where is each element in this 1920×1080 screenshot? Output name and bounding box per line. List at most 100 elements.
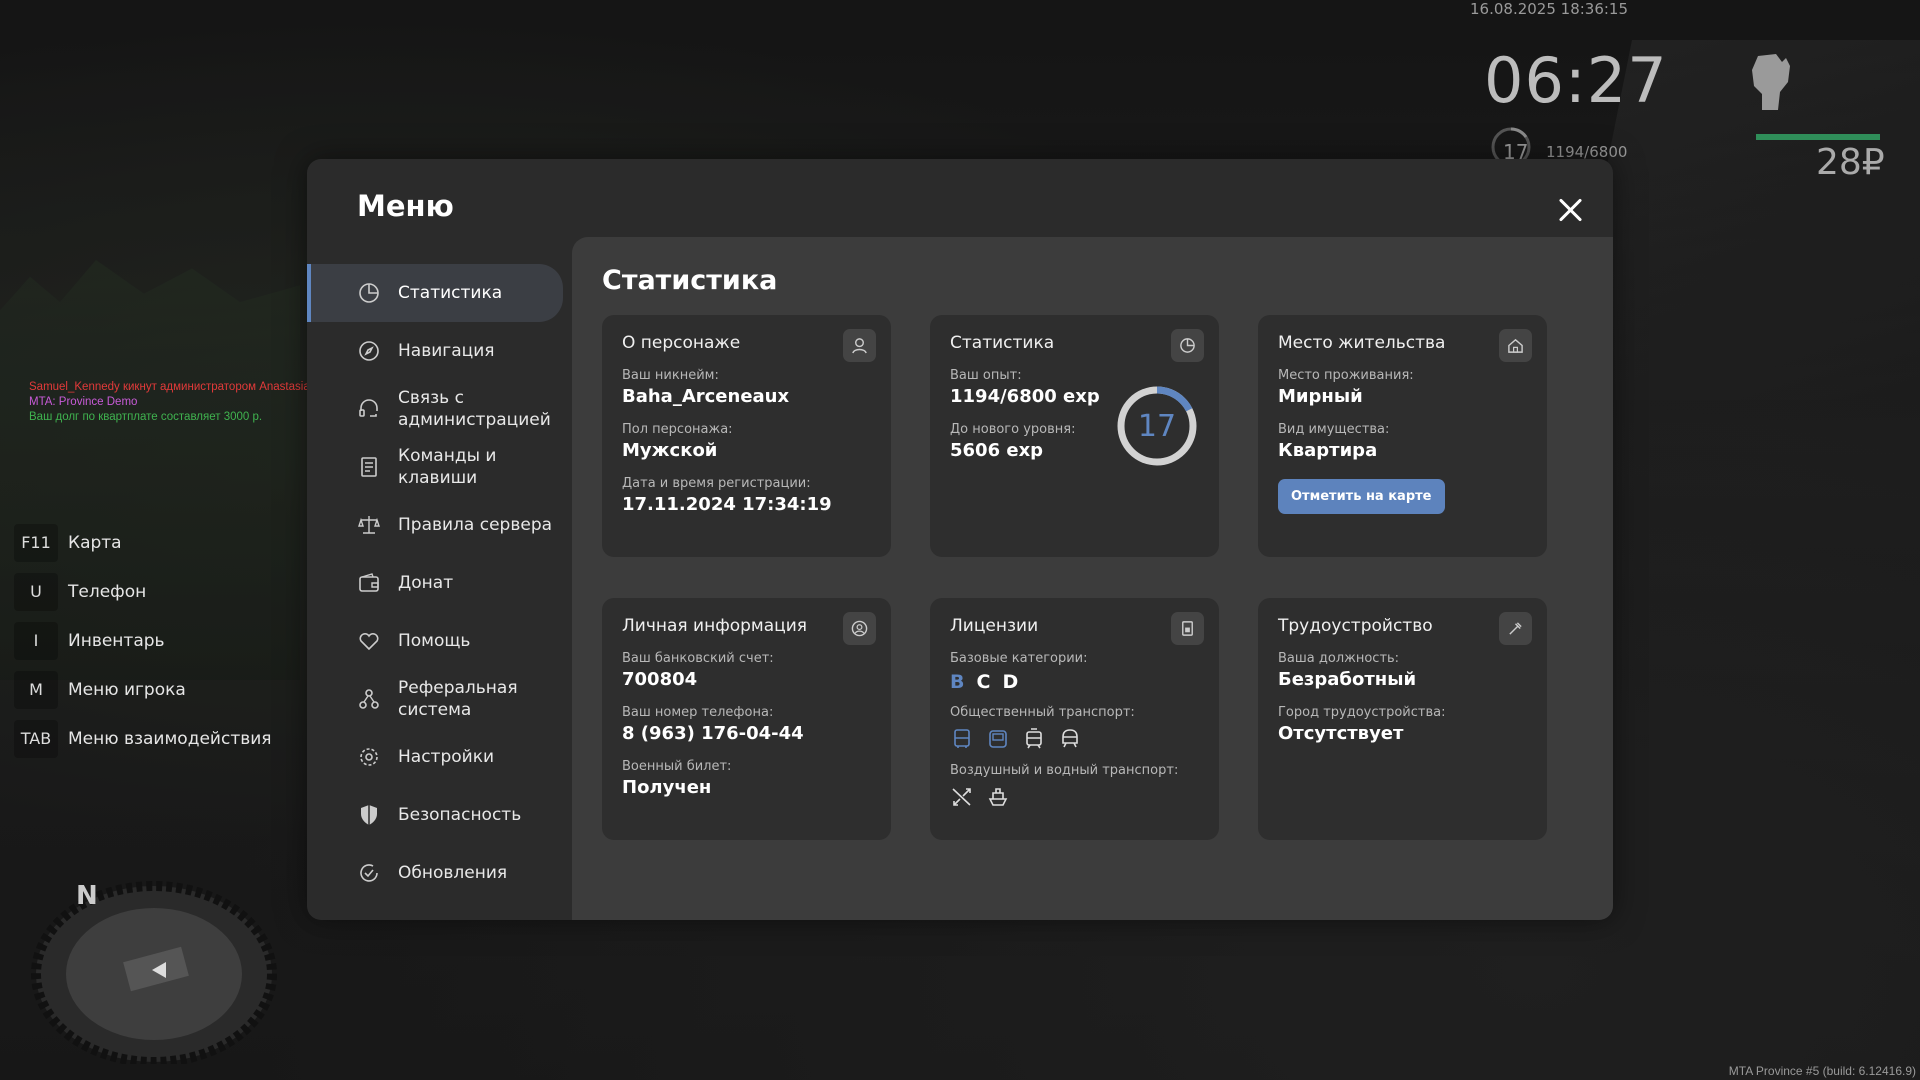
- nickname-value: Baha_Arceneaux: [622, 386, 790, 407]
- build-version: MTA Province #5 (build: 6.12416.9): [1728, 1064, 1916, 1078]
- nav-item-donate[interactable]: Донат: [307, 554, 563, 612]
- license-category: B: [950, 671, 965, 693]
- hud-time: 06:27: [1484, 44, 1668, 117]
- license-category: C: [976, 671, 991, 693]
- referral-icon: [359, 689, 379, 709]
- menu-title: Меню: [357, 189, 454, 223]
- wallet-icon: [359, 573, 379, 592]
- field-label: Ваш номер телефона:: [622, 705, 774, 720]
- phone-value: 8 (963) 176-04-44: [622, 723, 804, 744]
- property-type-value: Квартира: [1278, 440, 1378, 461]
- nav-label: Статистика: [398, 283, 503, 303]
- field-label: Место проживания:: [1278, 368, 1414, 383]
- field-label: Дата и время регистрации:: [622, 476, 811, 491]
- nav-item-help[interactable]: Помощь: [307, 612, 563, 670]
- compass-icon: [359, 341, 379, 361]
- hotkey-label: Меню взаимодействия: [68, 728, 272, 749]
- home-icon: [1499, 329, 1532, 362]
- nav-item-rules[interactable]: Правила сервера: [307, 496, 563, 554]
- hotkey-map[interactable]: F11 Карта: [14, 518, 272, 567]
- gear-icon: [360, 748, 378, 766]
- license-icon: [1171, 612, 1204, 645]
- license-categories: B C D: [950, 671, 1199, 693]
- hotkey-list: F11 Карта U Телефон I Инвентарь M Меню игрок…: [14, 518, 272, 763]
- bank-account-value: 700804: [622, 669, 698, 690]
- nav-label: Команды и клавиши: [398, 446, 497, 488]
- health-bar: [1756, 134, 1880, 140]
- nav-item-security[interactable]: Безопасность: [307, 786, 563, 844]
- mark-on-map-button[interactable]: Отметить на карте: [1278, 479, 1445, 514]
- field-label: Город трудоустройства:: [1278, 705, 1446, 720]
- job-city-value: Отсутствует: [1278, 723, 1404, 744]
- level-value: 17: [1137, 408, 1177, 444]
- key-badge: U: [14, 572, 58, 611]
- hotkey-interaction-menu[interactable]: TAB Меню взаимодействия: [14, 714, 272, 763]
- nav-item-commands[interactable]: Команды и клавиши: [307, 438, 563, 496]
- nav-item-referral[interactable]: Реферальная система: [307, 670, 563, 728]
- pie-chart-icon: [359, 283, 379, 303]
- nav-item-statistics[interactable]: Статистика: [307, 264, 563, 322]
- nav-label: Реферальная система: [398, 678, 518, 720]
- trolleybus-icon: [989, 730, 1007, 748]
- hotkey-inventory[interactable]: I Инвентарь: [14, 616, 272, 665]
- field-label: Общественный транспорт:: [950, 705, 1135, 720]
- card-residence: Место жительства Место проживания: Мирны…: [1258, 315, 1547, 557]
- card-licenses: Лицензии Базовые категории: B C D Общест…: [930, 598, 1219, 840]
- nav-item-updates[interactable]: Обновления: [307, 844, 563, 902]
- field-label: Ваш опыт:: [950, 368, 1022, 383]
- hotkey-label: Карта: [68, 532, 122, 553]
- field-label: Пол персонажа:: [622, 422, 733, 437]
- card-title: Место жительства: [1278, 333, 1446, 353]
- military-id-value: Получен: [622, 777, 712, 798]
- nav-label: Донат: [398, 573, 454, 593]
- job-position-value: Безработный: [1278, 669, 1417, 690]
- nav-item-settings[interactable]: Настройки: [307, 728, 563, 786]
- key-badge: I: [14, 621, 58, 660]
- content-panel: Статистика О персонаже Ваш никнейм: Baha…: [572, 237, 1613, 920]
- card-title: Лицензии: [950, 616, 1039, 636]
- card-personal-info: Личная информация Ваш банковский счет: 7…: [602, 598, 891, 840]
- hotkey-label: Телефон: [68, 581, 147, 602]
- card-statistics: Статистика Ваш опыт: 1194/6800 exp До но…: [930, 315, 1219, 557]
- airplane-icon: [952, 788, 971, 806]
- card-character: О персонаже Ваш никнейм: Baha_Arceneaux …: [602, 315, 891, 557]
- key-badge: TAB: [14, 719, 58, 758]
- content-title: Статистика: [602, 265, 778, 296]
- gender-value: Мужской: [622, 440, 718, 461]
- heart-hands-icon: [359, 632, 379, 651]
- hotkey-phone[interactable]: U Телефон: [14, 567, 272, 616]
- nav-item-navigation[interactable]: Навигация: [307, 322, 563, 380]
- hotkey-player-menu[interactable]: M Меню игрока: [14, 665, 272, 714]
- nav-item-contact-admin[interactable]: Связь с администрацией: [307, 380, 563, 438]
- nav-label: Связь с администрацией: [398, 388, 551, 430]
- ship-icon: [988, 788, 1008, 806]
- hud-money: 28₽: [1816, 142, 1885, 183]
- shield-icon: [361, 805, 377, 825]
- public-transport-icons: [950, 727, 1199, 751]
- field-label: Ваша должность:: [1278, 651, 1400, 666]
- document-icon: [361, 457, 377, 477]
- key-badge: M: [14, 670, 58, 709]
- card-title: Трудоустройство: [1278, 616, 1433, 636]
- field-label: Воздушный и водный транспорт:: [950, 763, 1179, 778]
- menu-nav: Статистика Навигация Связь с администрац…: [307, 264, 563, 902]
- menu-window: Меню Статистика Навигация Связь с админи…: [307, 159, 1613, 920]
- minimap: N: [31, 881, 277, 1064]
- nav-label: Настройки: [398, 747, 495, 767]
- card-title: О персонаже: [622, 333, 741, 353]
- card-employment: Трудоустройство Ваша должность: Безработ…: [1258, 598, 1547, 840]
- minimap-north: N: [76, 881, 98, 911]
- scales-icon: [358, 516, 380, 534]
- close-button[interactable]: [1553, 193, 1587, 227]
- card-title: Личная информация: [622, 616, 808, 636]
- field-label: Военный билет:: [622, 759, 732, 774]
- field-label: Вид имущества:: [1278, 422, 1390, 437]
- hotkey-label: Меню игрока: [68, 679, 186, 700]
- bus-icon: [954, 729, 970, 748]
- user-icon: [843, 329, 876, 362]
- headset-icon: [359, 399, 378, 417]
- hud-date: 16.08.2025 18:36:15: [1470, 0, 1629, 18]
- air-water-transport-icons: [950, 785, 1199, 809]
- key-badge: F11: [14, 523, 58, 562]
- field-label: Ваш банковский счет:: [622, 651, 774, 666]
